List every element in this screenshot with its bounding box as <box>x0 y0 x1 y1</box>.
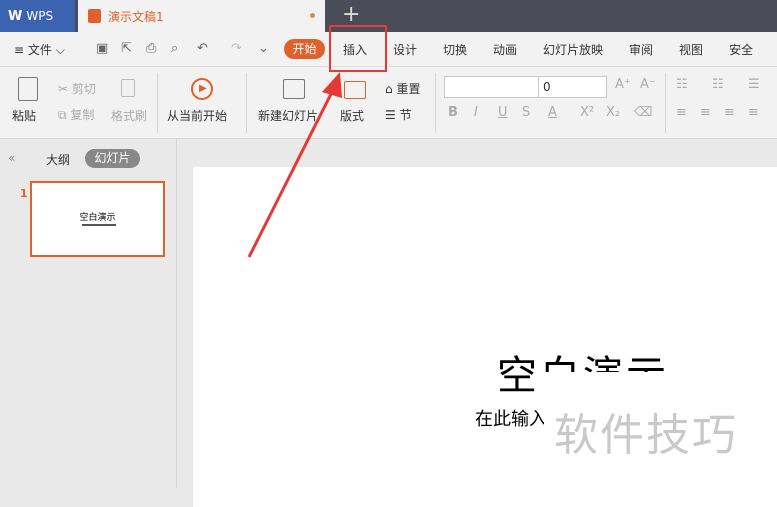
annotation-arrow-icon <box>247 72 342 258</box>
